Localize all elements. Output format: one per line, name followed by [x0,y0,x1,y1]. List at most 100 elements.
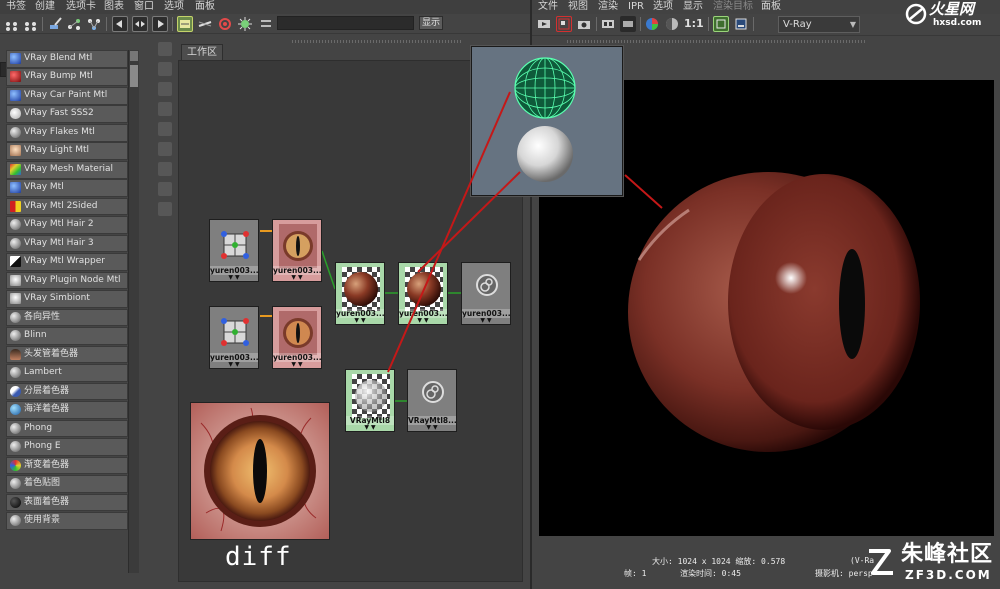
ipr-render-icon[interactable] [600,16,616,32]
alpha-channel-icon[interactable] [664,16,680,32]
rv-menu-display[interactable]: 显示 [683,0,703,13]
sort-icon[interactable] [258,16,274,32]
show-button[interactable]: 显示 [419,16,443,30]
node-ports[interactable]: ▼ ▼ [346,425,394,431]
shader-list-item[interactable]: VRay Fast SSS2 [6,105,128,124]
strip-button-1[interactable] [158,42,172,56]
place2d-texture-node[interactable]: yuren003... ▼ ▼ [209,219,259,282]
graph-nodes-icon[interactable] [66,16,82,32]
node-ports[interactable]: ▼ ▼ [462,318,510,324]
menu-bookmarks[interactable]: 书签 [6,0,26,13]
shader-list-item[interactable]: VRay Mesh Material [6,160,128,179]
shader-list-item[interactable]: VRay Mtl [6,179,128,197]
snapshot-icon[interactable] [576,16,592,32]
redo-render-icon[interactable] [536,16,552,32]
rv-menu-render[interactable]: 渲染 [598,0,618,13]
strip-button-9[interactable] [158,202,172,216]
shader-list-item[interactable]: Phong [6,419,128,438]
hypershade-search-field[interactable] [277,16,414,30]
shader-list-item[interactable]: 分层着色器 [6,382,128,401]
eye-file-texture-node[interactable]: yuren003... ▼ ▼ [272,219,322,282]
clear-graph-icon[interactable] [177,16,193,32]
shader-list-item[interactable]: VRay Flakes Mtl [6,123,128,142]
graph-network-icon[interactable] [86,16,102,32]
refresh-ipr-icon[interactable] [620,16,636,32]
tab-workspace[interactable]: 工作区 [181,44,223,60]
strip-button-6[interactable] [158,142,172,156]
node-ports[interactable]: ▼ ▼ [210,362,258,368]
rv-menu-panels[interactable]: 面板 [761,0,781,13]
shader-list-item[interactable]: VRay Light Mtl [6,142,128,161]
graph-materials-icon[interactable] [237,16,253,32]
shader-list-item[interactable]: VRay Mtl Hair 2 [6,216,128,234]
shader-list-item[interactable]: Phong E [6,438,128,456]
shader-list-item[interactable]: VRay Mtl Hair 3 [6,234,128,253]
shader-list-item[interactable]: VRay Mtl 2Sided [6,197,128,216]
input-connections-icon[interactable] [112,16,128,32]
rv-menu-render-target[interactable]: 渲染目标 [713,0,753,13]
shader-list-item[interactable]: VRay Mtl Wrapper [6,253,128,271]
shader-list-item[interactable]: 各向异性 [6,308,128,327]
shader-list-item[interactable]: 海洋着色器 [6,401,128,419]
output-connections-icon[interactable] [152,16,168,32]
node-ports[interactable]: ▼ ▼ [408,425,456,431]
place2d-texture-node-2[interactable]: yuren003... ▼ ▼ [209,306,259,369]
color-wheel-icon[interactable] [644,16,660,32]
vray-material-node-1[interactable]: yuren003... ▼ ▼ [335,262,385,325]
node-ports[interactable]: ▼ ▼ [399,318,447,324]
render-region-icon[interactable] [556,16,572,32]
strip-button-4[interactable] [158,102,172,116]
render-swatch-icon[interactable] [217,16,233,32]
menu-options[interactable]: 选项 [164,0,184,13]
renderer-select[interactable]: V-Ray ▼ [778,16,860,33]
shader-list-item[interactable]: VRay Car Paint Mtl [6,86,128,105]
node-ports[interactable]: ▼ ▼ [336,318,384,324]
menu-create[interactable]: 创建 [35,0,55,13]
rearrange-graph-icon[interactable] [197,16,213,32]
menu-tabs[interactable]: 选项卡 [66,0,96,13]
render-view-grip[interactable] [567,40,867,43]
strip-button-8[interactable] [158,182,172,196]
menu-panels[interactable]: 面板 [195,0,215,13]
shader-list-item[interactable]: 着色贴图 [6,475,128,493]
shader-list-item[interactable]: 渐变着色器 [6,456,128,475]
strip-button-3[interactable] [158,82,172,96]
real-size-button[interactable]: 1:1 [684,16,704,32]
rv-menu-ipr[interactable]: IPR [628,0,644,13]
shading-group-node[interactable]: yuren003... ▼ ▼ [461,262,511,325]
shader-list-item[interactable]: 使用背景 [6,512,128,530]
strip-button-7[interactable] [158,162,172,176]
brush-icon[interactable] [47,16,63,32]
eye-file-texture-node-2[interactable]: yuren003... ▼ ▼ [272,306,322,369]
node-ports[interactable]: ▼ ▼ [210,275,258,281]
grid-dots-icon[interactable] [4,16,20,32]
keep-image-icon[interactable] [713,16,729,32]
rv-menu-options[interactable]: 选项 [653,0,673,13]
menu-window[interactable]: 窗口 [134,0,154,13]
scroll-up-arrow[interactable] [130,51,138,61]
rv-menu-file[interactable]: 文件 [538,0,558,13]
shader-list-item[interactable]: Lambert [6,364,128,382]
vray-material-node-2[interactable]: yuren003... ▼ ▼ [398,262,448,325]
vraymtl8-shading-group-node[interactable]: VRayMtl8... ▼ ▼ [407,369,457,432]
strip-button-2[interactable] [158,62,172,76]
shader-list-item[interactable]: VRay Simbiont [6,290,128,308]
remove-image-icon[interactable] [733,16,749,32]
rv-menu-view[interactable]: 视图 [568,0,588,13]
scrollbar-thumb[interactable] [130,65,138,87]
shader-list-item[interactable]: 表面着色器 [6,493,128,512]
shader-list-item[interactable]: VRay Blend Mtl [6,50,128,68]
shader-list-item[interactable]: VRay Plugin Node Mtl [6,271,128,290]
menu-graph[interactable]: 图表 [104,0,124,13]
in-out-connections-icon[interactable] [132,16,148,32]
node-ports[interactable]: ▼ ▼ [273,275,321,281]
strip-button-5[interactable] [158,122,172,136]
shader-list-item[interactable]: 头发管着色器 [6,345,128,364]
shader-list-item[interactable]: VRay Bump Mtl [6,68,128,87]
vraymtl8-node[interactable]: VRayMtl8 ▼ ▼ [345,369,395,432]
node-ports[interactable]: ▼ ▼ [273,362,321,368]
shader-list-item[interactable]: Blinn [6,327,128,345]
shader-list-scrollbar[interactable] [128,50,139,573]
panel-grip[interactable] [292,40,462,43]
grid-dots-alt-icon[interactable] [23,16,39,32]
